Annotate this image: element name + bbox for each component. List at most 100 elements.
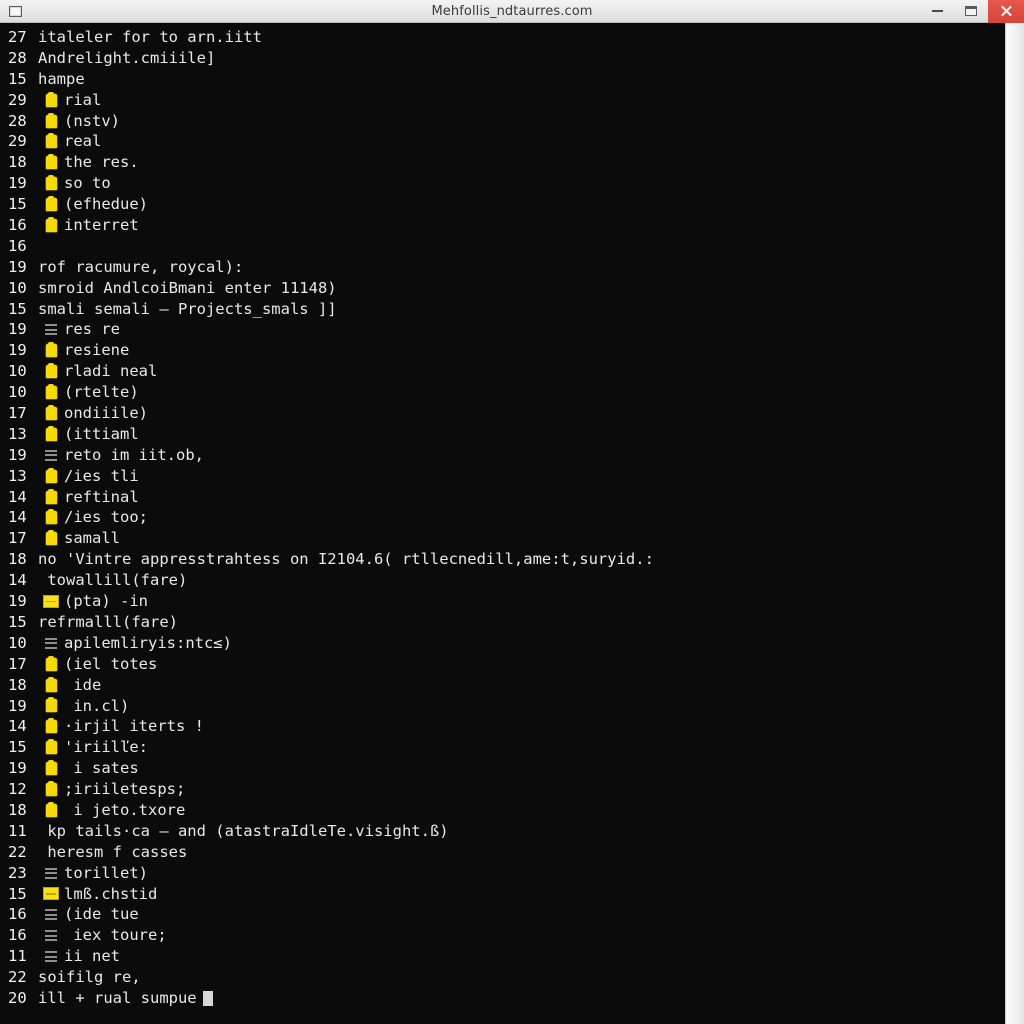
line-text: no 'Vintre appresstrahtess on I2104.6( r… [38, 550, 654, 569]
line-number: 19 [8, 696, 27, 715]
terminal-line: 14 towallill(fare) [0, 570, 1005, 591]
line-number: 19 [8, 320, 27, 339]
line-text: smali semali – Projects_smals ]] [38, 299, 337, 318]
line-text: (pta) -in [64, 592, 148, 611]
line-text: resiene [64, 341, 130, 360]
line-text: i sates [64, 759, 139, 778]
terminal-line: 10 rladi neal [0, 361, 1005, 382]
line-text: hampe [38, 69, 85, 88]
line-number: 10 [8, 633, 27, 652]
terminal-line: 14 reftinal [0, 487, 1005, 508]
terminal-window: Mehfollis_ndtaurres.com 27 italeler for t… [0, 0, 1024, 1024]
line-number: 15 [8, 738, 27, 757]
window-controls [920, 0, 1024, 23]
terminal-line: 15 'iriilľe: [0, 737, 1005, 758]
line-text: ide [64, 675, 102, 694]
line-text: res re [64, 320, 120, 339]
terminal-line: 19 reto im iit.ob, [0, 445, 1005, 466]
folder-icon [38, 403, 64, 424]
folder-icon [38, 111, 64, 132]
folder-icon [38, 675, 64, 696]
line-text: reto im iit.ob, [64, 445, 204, 464]
line-text: rladi neal [64, 362, 158, 381]
line-number: 14 [8, 508, 27, 527]
folder-icon [38, 758, 64, 779]
list-lines-icon [38, 904, 64, 925]
terminal-line: 17 ondiiile) [0, 403, 1005, 424]
close-button[interactable] [988, 0, 1024, 23]
line-number: 18 [8, 800, 27, 819]
minimize-button[interactable] [920, 0, 954, 23]
terminal-line: 11 ii net [0, 946, 1005, 967]
line-text: heresm f casses [38, 842, 188, 861]
line-text: (rtelte) [64, 383, 139, 402]
maximize-button[interactable] [954, 0, 988, 23]
terminal-line: 28 (nstv) [0, 111, 1005, 132]
line-text: (ittiaml [64, 424, 139, 443]
line-number: 14 [8, 571, 27, 590]
terminal-line: 13 (ittiaml [0, 424, 1005, 445]
folder-icon [38, 654, 64, 675]
folder-icon [38, 528, 64, 549]
line-number: 12 [8, 780, 27, 799]
folder-icon [38, 382, 64, 403]
open-folder-icon [38, 884, 64, 905]
list-lines-icon [38, 445, 64, 466]
line-number: 16 [8, 926, 27, 945]
folder-icon [38, 361, 64, 382]
folder-icon [38, 696, 64, 717]
line-text: rial [64, 90, 102, 109]
line-number: 22 [8, 842, 27, 861]
open-folder-icon [38, 591, 64, 612]
terminal-output[interactable]: 27 italeler for to arn.iitt 28 Andrelight.c… [0, 23, 1005, 1024]
folder-icon [38, 340, 64, 361]
terminal-line: 15 refrmalll(fare) [0, 612, 1005, 633]
line-text: i jeto.txore [64, 800, 186, 819]
line-number: 15 [8, 195, 27, 214]
terminal-line: 16 (ide tue [0, 904, 1005, 925]
text-cursor [202, 990, 213, 1006]
line-text: (ide tue [64, 905, 139, 924]
line-number: 20 [8, 988, 27, 1007]
list-lines-icon [38, 633, 64, 654]
line-number: 29 [8, 90, 27, 109]
terminal-line: 16 iex toure; [0, 925, 1005, 946]
line-text: smroid AndlcoiBmani enter 11148) [38, 278, 337, 297]
line-number: 11 [8, 821, 27, 840]
terminal-line: 15 lmß.chstid [0, 884, 1005, 905]
line-text: ii net [64, 947, 120, 966]
folder-icon [38, 173, 64, 194]
terminal-line: 13/ies tli [0, 466, 1005, 487]
line-text: reftinal [64, 487, 139, 506]
line-number: 23 [8, 863, 27, 882]
terminal-line: 16 interret [0, 215, 1005, 236]
list-lines-icon [38, 925, 64, 946]
list-lines-icon [38, 946, 64, 967]
terminal-line: 18 i jeto.txore [0, 800, 1005, 821]
terminal-line: 20 ill + rual sumpue [0, 988, 1005, 1009]
terminal-line: 28 Andrelight.cmiiile] [0, 48, 1005, 69]
line-number: 18 [8, 675, 27, 694]
folder-icon [38, 737, 64, 758]
line-number: 10 [8, 278, 27, 297]
line-text: (iel totes [64, 654, 158, 673]
folder-icon [38, 800, 64, 821]
folder-icon [38, 507, 64, 528]
line-number: 19 [8, 174, 27, 193]
terminal-line: 29 rial [0, 90, 1005, 111]
line-text: torillet) [64, 863, 148, 882]
folder-icon [38, 779, 64, 800]
line-number: 17 [8, 654, 27, 673]
terminal-line: 14 ·irjil iterts ! [0, 716, 1005, 737]
vertical-scrollbar[interactable] [1005, 23, 1024, 1024]
terminal-line: 16 [0, 236, 1005, 257]
terminal-line: 18 the res. [0, 152, 1005, 173]
folder-icon [38, 152, 64, 173]
line-number: 14 [8, 717, 27, 736]
folder-icon [38, 716, 64, 737]
line-text: ;iriiletesps; [64, 780, 186, 799]
minimize-icon [931, 10, 943, 12]
terminal-line: 15 (efhedue) [0, 194, 1005, 215]
line-text: /ies tli [64, 466, 139, 485]
folder-icon [38, 215, 64, 236]
